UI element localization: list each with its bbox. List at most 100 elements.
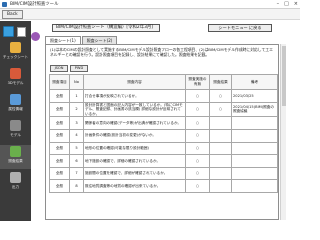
- table-cell[interactable]: [209, 141, 232, 156]
- table-cell[interactable]: ○: [209, 89, 232, 103]
- table-cell[interactable]: [209, 154, 232, 168]
- close-button[interactable]: ×: [294, 1, 298, 7]
- check-sheet-panel: (1)は本のCIMの設計照査として実施するBIM/CIMモデル設計照査フローの各…: [45, 44, 279, 220]
- table-cell: 3: [69, 116, 84, 130]
- table-cell[interactable]: ○: [185, 141, 210, 156]
- table-row[interactable]: 全般 1 打合せ事項が反映されているか。 ○ ○ 2021/03/25: [49, 89, 278, 103]
- sidebar-item-label: モデル: [10, 133, 21, 137]
- table-cell: 全般: [49, 179, 70, 193]
- table-cell: 打合せ事項が反映されているか。: [83, 89, 186, 103]
- table-row[interactable]: 全般 2 設計計算書と図面の記入内容が一致しているか。(特にCIMモデル、照査記…: [49, 101, 278, 118]
- description-text: (1)は本のCIMの設計照査として実施するBIM/CIMモデル設計照査フローの各…: [50, 47, 273, 57]
- tab-sheet-2[interactable]: 照査シート(2): [81, 36, 118, 44]
- table-cell[interactable]: ○: [209, 101, 232, 118]
- maximize-button[interactable]: □: [284, 1, 289, 7]
- sheet-menu-button[interactable]: シートモニュー に戻る: [208, 24, 272, 32]
- sidebar-top-row: [2, 26, 30, 38]
- table-cell[interactable]: ○: [185, 116, 210, 130]
- table-cell: 5: [69, 141, 84, 156]
- table-cell: 4: [69, 128, 84, 143]
- results-icon: [10, 146, 21, 157]
- table-header-row: 照査項目 No 照査内容 照査実施の有無 照査結果 備考: [49, 74, 278, 90]
- output-icon: [10, 172, 21, 183]
- window-title: BIM/CIM設計照査ツール: [10, 2, 59, 7]
- table-cell[interactable]: [231, 179, 278, 193]
- sidebar-item-3dmodel[interactable]: 3Dモデル: [0, 67, 31, 91]
- table-cell[interactable]: ○: [185, 128, 210, 143]
- document-icon[interactable]: [17, 27, 26, 37]
- table-cell: 1: [69, 89, 84, 103]
- home-icon[interactable]: [3, 26, 14, 37]
- table-cell: 関係者の意向の確認(データ等)が出典が確認されているか。: [83, 116, 186, 130]
- table-cell[interactable]: 2021/03/25: [231, 89, 278, 103]
- table-cell: 全般: [49, 128, 70, 143]
- table-row[interactable]: 全般 5 地形の位置の確認(可能な限り設計範囲) ○: [49, 141, 278, 156]
- column-header: 照査内容: [83, 74, 186, 90]
- table-cell[interactable]: [209, 179, 232, 193]
- sidebar-item-checksheet[interactable]: チェックシート: [0, 41, 31, 65]
- table-cell[interactable]: ○: [185, 89, 210, 103]
- table-cell[interactable]: ○: [185, 179, 210, 193]
- table-cell[interactable]: [231, 128, 278, 143]
- pwd-button[interactable]: PWD: [70, 65, 88, 72]
- sidebar-item-model[interactable]: モデル: [0, 119, 31, 143]
- sidebar-item-label: 照査結果: [8, 159, 23, 163]
- scrollbar-thumb[interactable]: [282, 46, 286, 106]
- json-button[interactable]: JSON: [50, 65, 68, 72]
- table-cell[interactable]: [209, 166, 232, 181]
- attribute-icon: [10, 94, 21, 105]
- checklist-icon: [10, 42, 21, 53]
- window-titlebar: BIM/CIM設計照査ツール – □ ×: [0, 0, 300, 9]
- table-cell: 8: [69, 179, 84, 193]
- table-cell: 2: [69, 101, 84, 118]
- table-row[interactable]: 全般 7 施設間の位置を確認で、詳細が確認されているか。 ○: [49, 166, 278, 181]
- table-cell[interactable]: [209, 116, 232, 130]
- table-cell[interactable]: ○: [185, 101, 210, 118]
- table-cell[interactable]: [231, 141, 278, 156]
- table-cell[interactable]: [231, 166, 278, 181]
- menubar: Back: [0, 9, 300, 20]
- table-row[interactable]: 全般 8 既往地質調査等の地質の確認が出来ているか。 ○: [49, 179, 278, 193]
- table-cell: 全般: [49, 166, 70, 181]
- sidebar-item-label: 3Dモデル: [7, 81, 24, 85]
- table-row[interactable]: 全般 3 関係者の意向の確認(データ等)が出典が確認されているか。 ○: [49, 116, 278, 130]
- table-cell[interactable]: 2021/04/15(BIM)照査の照査協議: [231, 101, 278, 118]
- column-header: 照査項目: [49, 74, 70, 90]
- sidebar-item-attributes[interactable]: 属性情報: [0, 93, 31, 117]
- sidebar-item-results[interactable]: 照査結果: [0, 145, 31, 169]
- sidebar-item-label: チェックシート: [2, 55, 29, 59]
- table-cell[interactable]: ○: [185, 154, 210, 168]
- table-cell: 全般: [49, 116, 70, 130]
- minimize-button[interactable]: –: [277, 1, 280, 7]
- table-cell: 6: [69, 154, 84, 168]
- sidebar: チェックシート 3Dモデル 属性情報 モデル 照査結果 出力: [0, 21, 31, 221]
- table-cell: 全般: [49, 101, 70, 118]
- sidebar-item-label: 属性情報: [8, 107, 23, 111]
- table-cell: 全般: [49, 89, 70, 103]
- column-header: 備考: [231, 74, 278, 90]
- table-cell: 設計計算書と図面の記入内容が一致しているか。(特にCIMモデル、照査記録、計画書…: [83, 101, 186, 118]
- vertical-scrollbar[interactable]: [280, 44, 286, 220]
- main-content: BIM/CIM設計照査シート（構造編）[令和2年3月] シートモニュー に戻る …: [44, 21, 300, 221]
- table-cell[interactable]: ○: [185, 166, 210, 181]
- column-header: 照査実施の有無: [185, 74, 210, 90]
- column-header: No: [69, 74, 84, 90]
- window-controls: – □ ×: [277, 1, 298, 7]
- column-header: 照査結果: [209, 74, 232, 90]
- table-cell[interactable]: [231, 154, 278, 168]
- sidebar-item-label: 出力: [11, 185, 20, 189]
- page-title: BIM/CIM設計照査シート（構造編）[令和2年3月]: [52, 24, 160, 32]
- table-cell[interactable]: [209, 128, 232, 143]
- table-cell: 計画条件の確認(設計当初の変更)がないか。: [83, 128, 186, 143]
- table-row[interactable]: 全般 4 計画条件の確認(設計当初の変更)がないか。 ○: [49, 128, 278, 143]
- table-cell: 全般: [49, 141, 70, 156]
- table-cell: 地形の位置の確認(可能な限り設計範囲): [83, 141, 186, 156]
- app-icon: [2, 1, 7, 7]
- model-icon: [10, 68, 21, 79]
- back-button[interactable]: Back: [2, 10, 23, 19]
- sidebar-item-output[interactable]: 出力: [0, 171, 31, 195]
- model2-icon: [10, 120, 21, 131]
- table-cell[interactable]: [231, 116, 278, 130]
- table-row[interactable]: 全般 6 地下施設の確認で、詳細の確認されているか。 ○: [49, 154, 278, 168]
- settings-icon[interactable]: [31, 32, 40, 41]
